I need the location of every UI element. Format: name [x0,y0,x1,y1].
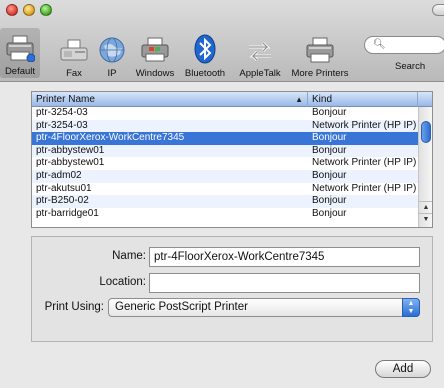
printer-kind-cell: Network Printer (HP IP) [312,119,417,131]
search-icon: 🔍︎ [373,39,386,50]
scroll-up-arrow[interactable]: ▲ [419,201,432,213]
print-using-label: Print Using: [44,301,104,313]
printer-kind-cell: Bonjour [312,107,347,118]
toolbar-ip[interactable]: IP [92,30,132,79]
printer-name-cell: ptr-abbystew01 [36,144,105,156]
scrollbar-thumb[interactable] [421,121,431,143]
printer-name-cell: ptr-barridge01 [36,207,99,219]
printer-row[interactable]: ptr-3254-03 Network Printer (HP IP) [32,119,418,133]
printer-kind-cell: Network Printer (HP IP) [312,157,417,169]
printer-kind-cell: Bonjour [312,144,347,156]
printer-row[interactable]: ptr-adm02 Bonjour [32,169,418,183]
add-printer-window: Default Fax IP Windows Bluetooth AppleTa… [0,0,444,388]
printer-kind-cell: Bonjour [312,169,347,181]
column-label: Printer Name [36,94,95,105]
toolbar-label: IP [107,68,117,79]
scroll-down-arrow[interactable]: ▼ [419,213,432,225]
printer-row[interactable]: ptr-B250-02 Bonjour [32,195,418,208]
zoom-window-button[interactable] [40,4,52,16]
column-header-printer-name[interactable]: Printer Name ▲ [32,92,308,107]
toolbar-toggle-button[interactable] [432,4,444,16]
search-input[interactable]: 🔍︎ [364,36,444,54]
name-row: Name: ptr-4FloorXerox-WorkCentre7345 [32,247,432,267]
name-label: Name: [112,250,146,262]
printer-details-panel: Name: ptr-4FloorXerox-WorkCentre7345 Loc… [31,236,433,342]
toolbar-default[interactable]: Default [0,28,40,78]
location-row: Location: [32,273,432,293]
printer-list-scrollbar[interactable]: ▲ ▼ [418,107,432,227]
toolbar-label: Fax [66,68,82,79]
printer-kind-cell: Network Printer (HP IP) [312,182,417,194]
print-using-value: Generic PostScript Printer [115,301,248,313]
printer-name-cell: ptr-abbystew01 [36,157,105,169]
toolbar: Default Fax IP Windows Bluetooth AppleTa… [0,0,444,82]
print-using-select[interactable]: Generic PostScript Printer ▲ ▼ [108,298,420,317]
sort-ascending-icon: ▲ [295,95,303,104]
printer-name-cell: ptr-akutsu01 [36,182,92,194]
print-using-row: Print Using: Generic PostScript Printer … [32,298,432,318]
printer-kind-cell: Bonjour [312,195,347,207]
location-label: Location: [99,276,146,288]
close-window-button[interactable] [6,4,18,16]
printer-name-cell: ptr-adm02 [36,169,82,181]
toolbar-appletalk[interactable]: AppleTalk [232,30,288,79]
printer-rows: ptr-3254-03 Bonjour ptr-3254-03 Network Pri… [32,107,418,220]
select-arrows-icon: ▲ ▼ [402,298,420,317]
location-field[interactable] [149,273,420,293]
minimize-window-button[interactable] [23,4,35,16]
printer-list-header: Printer Name ▲ Kind [32,92,432,107]
printer-row[interactable]: ptr-akutsu01 Network Printer (HP IP) [32,183,418,196]
printer-row[interactable]: ptr-barridge01 Bonjour [32,208,418,221]
toolbar-label: Default [4,66,36,77]
bluetooth-icon [180,30,230,64]
fax-icon [54,30,94,64]
toolbar-more-printers[interactable]: More Printers [288,30,352,79]
printer-kind-cell: Bonjour [312,132,347,144]
printer-row[interactable]: ptr-abbystew01 Bonjour [32,144,418,158]
printer-name-cell: ptr-3254-03 [36,107,88,118]
column-header-kind[interactable]: Kind [308,92,418,107]
window-controls [6,4,52,16]
globe-icon [92,30,132,64]
toolbar-fax[interactable]: Fax [54,30,94,79]
printer-name-cell: ptr-B250-02 [36,195,89,207]
column-label: Kind [312,94,333,105]
appletalk-icon [232,30,288,64]
printer-list[interactable]: Printer Name ▲ Kind ptr-3254-03 Bonjour pt… [31,91,433,228]
printer-row[interactable]: ptr-abbystew01 Network Printer (HP IP) [32,157,418,170]
toolbar-bluetooth[interactable]: Bluetooth [180,30,230,79]
toolbar-label: Windows [135,68,175,79]
add-button[interactable]: Add [375,360,431,378]
printer-kind-cell: Bonjour [312,207,347,219]
windows-printer-icon [132,30,178,64]
printer-name-cell: ptr-4FloorXerox-WorkCentre7345 [36,132,185,144]
name-field[interactable]: ptr-4FloorXerox-WorkCentre7345 [149,247,420,267]
printer-row[interactable]: ptr-4FloorXerox-WorkCentre7345 Bonjour [32,132,418,145]
toolbar-label: Bluetooth [184,68,226,79]
toolbar-label: AppleTalk [239,68,281,79]
printer-icon [0,28,40,62]
printer-name-cell: ptr-3254-03 [36,119,88,131]
toolbar-windows[interactable]: Windows [132,30,178,79]
toolbar-label: More Printers [291,68,349,79]
printer-row[interactable]: ptr-3254-03 Bonjour [32,107,418,120]
printer-icon [288,30,352,64]
search-label: Search [395,61,426,72]
